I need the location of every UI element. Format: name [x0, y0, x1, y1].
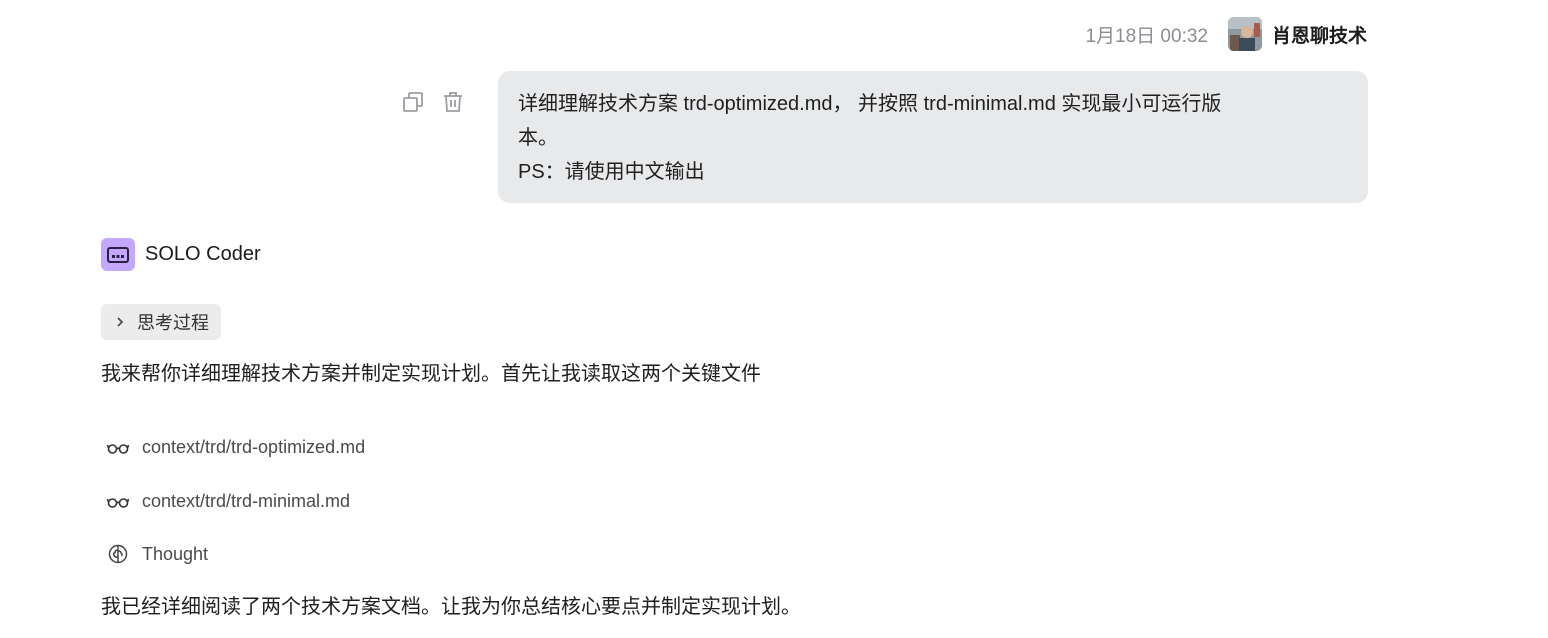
message-line: 本。	[518, 127, 558, 149]
avatar[interactable]	[1227, 17, 1262, 51]
trash-icon[interactable]	[442, 91, 464, 113]
glasses-icon	[106, 498, 130, 508]
file-read-item[interactable]: context/trd/trd-minimal.md	[106, 489, 350, 513]
thought-label: Thought	[142, 543, 209, 564]
assistant-intro-text: 我来帮你详细理解技术方案并制定实现计划。首先让我读取这两个关键文件	[101, 363, 761, 385]
glasses-icon	[106, 444, 130, 454]
message-line: 详细理解技术方案 trd-optimized.md， 并按照 trd-minim…	[518, 93, 1222, 115]
thinking-toggle-button[interactable]: 思考过程	[101, 304, 221, 340]
message-timestamp: 1月18日 00:32	[1085, 25, 1208, 47]
assistant-header: SOLO Coder	[101, 238, 261, 271]
copy-icon[interactable]	[402, 91, 424, 113]
user-message-header: 1月18日 00:32 肖恩聊技术	[1085, 17, 1367, 51]
message-actions	[402, 91, 464, 113]
user-message: 详细理解技术方案 trd-optimized.md， 并按照 trd-minim…	[402, 71, 1368, 203]
username: 肖恩聊技术	[1271, 25, 1367, 47]
file-read-item[interactable]: context/trd/trd-optimized.md	[106, 435, 365, 459]
message-line: PS：请使用中文输出	[518, 161, 705, 183]
user-message-bubble: 详细理解技术方案 trd-optimized.md， 并按照 trd-minim…	[498, 71, 1368, 203]
assistant-name: SOLO Coder	[145, 243, 261, 265]
bot-icon	[101, 238, 135, 271]
brain-icon	[108, 544, 128, 564]
chevron-right-icon	[117, 317, 124, 327]
thinking-label: 思考过程	[137, 313, 209, 333]
assistant-summary-text: 我已经详细阅读了两个技术方案文档。让我为你总结核心要点并制定实现计划。	[101, 596, 801, 618]
file-path: context/trd/trd-minimal.md	[142, 490, 351, 511]
user-info: 肖恩聊技术	[1227, 17, 1367, 51]
file-path: context/trd/trd-optimized.md	[142, 436, 366, 457]
thought-item[interactable]: Thought	[106, 542, 208, 566]
chat-page: 1月18日 00:32 肖恩聊技术 详细理解技术方案 trd-optimized…	[0, 0, 1548, 638]
